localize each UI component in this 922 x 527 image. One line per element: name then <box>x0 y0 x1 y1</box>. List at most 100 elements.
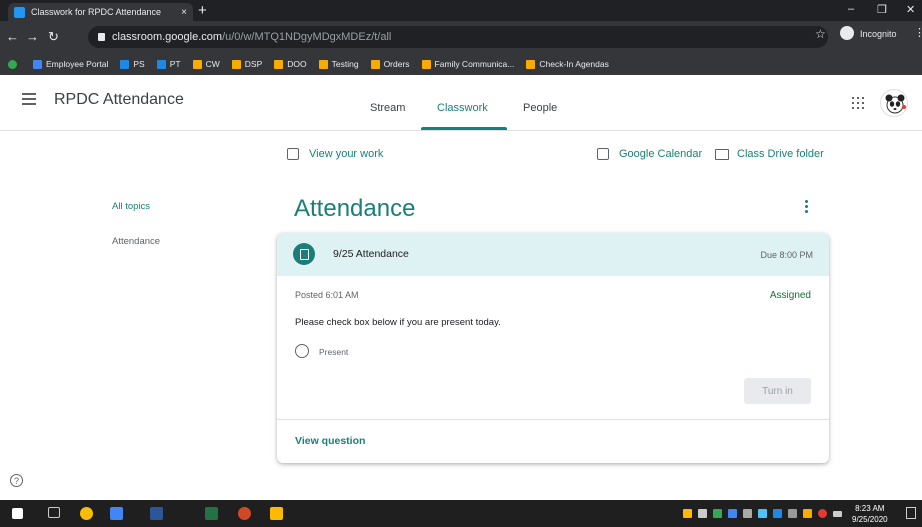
browser-title-bar: Classwork for RPDC Attendance × + – ❐ ✕ <box>0 0 922 21</box>
explorer-app-icon[interactable] <box>110 507 123 520</box>
assignment-instructions: Please check box below if you are presen… <box>295 317 501 328</box>
present-radio[interactable] <box>295 344 309 358</box>
view-question-link[interactable]: View question <box>295 435 365 447</box>
bookmark-apps[interactable] <box>8 59 21 69</box>
bookmark-item[interactable]: Testing <box>318 59 359 69</box>
bookmark-label: Employee Portal <box>46 59 109 69</box>
view-your-work-link[interactable]: View your work <box>287 148 383 160</box>
folder-icon <box>715 148 729 160</box>
new-tab-button[interactable]: + <box>198 2 207 19</box>
bookmark-item[interactable]: PS <box>120 59 145 69</box>
reload-icon[interactable]: ↻ <box>48 29 59 45</box>
bookmark-label: PS <box>133 59 145 69</box>
excel-icon[interactable] <box>205 507 218 520</box>
tab-stream[interactable]: Stream <box>370 102 405 114</box>
bookmark-item[interactable]: Check-In Agendas <box>526 59 609 69</box>
bookmark-label: CW <box>205 59 220 69</box>
classroom-favicon-icon <box>14 6 25 18</box>
bookmark-item[interactable]: Orders <box>370 59 410 69</box>
bookmark-item[interactable]: Employee Portal <box>33 59 108 69</box>
tab-people[interactable]: People <box>523 102 557 114</box>
incognito-label: Incognito <box>860 29 897 39</box>
bookmarks-bar: Employee Portal PS PT CW DSP DOO Testing Orders… <box>0 53 922 75</box>
omnibox[interactable]: classroom.google.com /u/0/w/MTQ1NDgyMDgx… <box>88 26 828 48</box>
topic-heading: Attendance <box>294 195 416 222</box>
main-menu-icon[interactable] <box>22 93 36 108</box>
file-explorer-icon[interactable] <box>270 507 283 520</box>
assignment-card-header[interactable]: 9/25 Attendance Due 8:00 PM <box>277 233 829 276</box>
battery-icon[interactable] <box>833 511 842 517</box>
turn-in-button[interactable]: Turn in <box>744 378 811 404</box>
close-window-icon[interactable]: ✕ <box>906 3 915 16</box>
bluetooth-icon[interactable] <box>728 509 737 518</box>
clock-date: 9/25/2020 <box>852 515 888 524</box>
tray-icon[interactable] <box>773 509 782 518</box>
bookmark-item[interactable]: CW <box>192 59 220 69</box>
tray-icon[interactable] <box>698 509 707 518</box>
clock-time: 8:23 AM <box>855 504 885 513</box>
forward-icon[interactable]: → <box>26 29 39 44</box>
bookmark-folder-icon <box>318 59 328 69</box>
chrome-icon[interactable] <box>80 507 93 520</box>
tab-title: Classwork for RPDC Attendance <box>31 7 162 17</box>
topic-all[interactable]: All topics <box>112 201 150 212</box>
restore-icon[interactable]: ❐ <box>877 3 887 16</box>
due-date: Due 8:00 PM <box>760 250 813 260</box>
class-drive-folder-link[interactable]: Class Drive folder <box>715 148 824 160</box>
avatar[interactable] <box>880 89 908 117</box>
tray-icon[interactable] <box>818 509 827 518</box>
windows-start-icon[interactable] <box>12 508 23 519</box>
word-icon[interactable] <box>150 507 163 520</box>
tray-icon[interactable] <box>683 509 692 518</box>
bookmark-label: Check-In Agendas <box>539 59 609 69</box>
tray-icon[interactable] <box>743 509 752 518</box>
tray-icon[interactable] <box>803 509 812 518</box>
bookmark-label: DOO <box>287 59 307 69</box>
bookmark-folder-icon <box>33 59 42 69</box>
bookmark-label: DSP <box>244 59 263 69</box>
bookmark-item[interactable]: DOO <box>274 59 307 69</box>
windows-taskbar <box>0 500 922 527</box>
tab-close-icon[interactable]: × <box>181 7 187 18</box>
classroom-header: RPDC Attendance Stream Classwork People <box>0 75 922 131</box>
browser-tab[interactable]: Classwork for RPDC Attendance × <box>8 3 193 21</box>
google-apps-icon[interactable] <box>852 97 864 109</box>
class-title[interactable]: RPDC Attendance <box>54 91 184 109</box>
bookmark-folder-icon <box>120 59 130 69</box>
bookmark-label: Orders <box>383 59 410 69</box>
minimize-icon[interactable]: – <box>848 3 854 15</box>
lock-icon <box>98 33 105 41</box>
tray-icon[interactable] <box>758 509 767 518</box>
assignment-icon <box>293 243 315 265</box>
bookmark-folder-icon <box>370 59 380 69</box>
card-divider <box>277 419 829 420</box>
bookmark-folder-icon <box>421 59 431 69</box>
more-options-icon[interactable] <box>805 200 808 215</box>
google-calendar-link[interactable]: Google Calendar <box>597 148 702 160</box>
powerpoint-icon[interactable] <box>238 507 251 520</box>
view-your-work-label: View your work <box>309 148 384 160</box>
tab-classwork[interactable]: Classwork <box>437 102 488 114</box>
help-icon[interactable]: ? <box>10 474 23 487</box>
bookmark-item[interactable]: DSP <box>231 59 263 69</box>
taskbar-clock[interactable]: 8:23 AM 9/25/2020 <box>852 503 888 525</box>
task-view-icon[interactable] <box>48 507 60 518</box>
present-option-label[interactable]: Present <box>319 347 348 357</box>
bookmark-item[interactable]: PT <box>156 59 181 69</box>
topic-attendance[interactable]: Attendance <box>112 236 160 247</box>
bookmark-item[interactable]: Family Communica... <box>421 59 514 69</box>
assignment-title: 9/25 Attendance <box>333 248 409 260</box>
bookmark-folder-icon <box>231 59 241 69</box>
bookmark-label: PT <box>169 59 181 69</box>
bookmark-star-icon[interactable]: ☆ <box>815 27 826 41</box>
notification-icon[interactable] <box>906 507 916 519</box>
bookmark-label: Testing <box>331 59 359 69</box>
url-host: classroom.google.com <box>112 31 223 43</box>
incognito-icon[interactable] <box>840 26 854 40</box>
back-icon[interactable]: ← <box>6 29 19 44</box>
browser-menu-icon[interactable]: ⋮ <box>914 26 922 39</box>
tray-icon[interactable] <box>788 509 797 518</box>
address-bar: ← → ↻ classroom.google.com /u/0/w/MTQ1ND… <box>0 21 922 53</box>
tray-icon[interactable] <box>713 509 722 518</box>
google-calendar-label: Google Calendar <box>619 148 703 160</box>
